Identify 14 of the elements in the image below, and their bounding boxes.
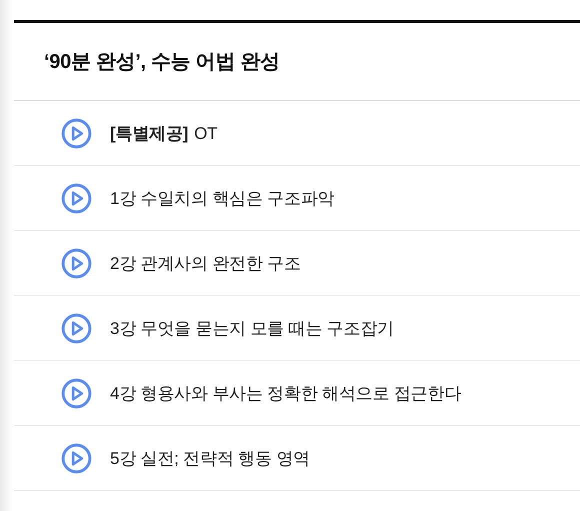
play-icon[interactable] [61,118,92,148]
play-icon[interactable] [61,312,92,344]
lecture-title[interactable]: 2강 관계사의 완전한 구조 [110,254,301,272]
lecture-title[interactable]: OT [194,124,218,142]
tag-label: [특별제공] [110,124,188,142]
play-icon[interactable] [61,442,92,474]
lecture-title[interactable]: 1강 수일치의 핵심은 구조파악 [110,188,334,208]
lecture-title[interactable]: 3강 무엇을 묻는지 모를 때는 구조잡기 [110,318,394,338]
play-icon[interactable] [61,182,92,214]
section-title: ‘90분 완성’, 수능 어법 완성 [14,23,580,101]
lecture-title[interactable]: 5강 실전; 전략적 행동 영역 [110,448,310,468]
play-icon[interactable] [61,248,92,278]
play-icon[interactable] [61,378,92,408]
lecture-title[interactable]: 4강 형용사와 부사는 정확한 해석으로 접근한다 [110,384,462,402]
